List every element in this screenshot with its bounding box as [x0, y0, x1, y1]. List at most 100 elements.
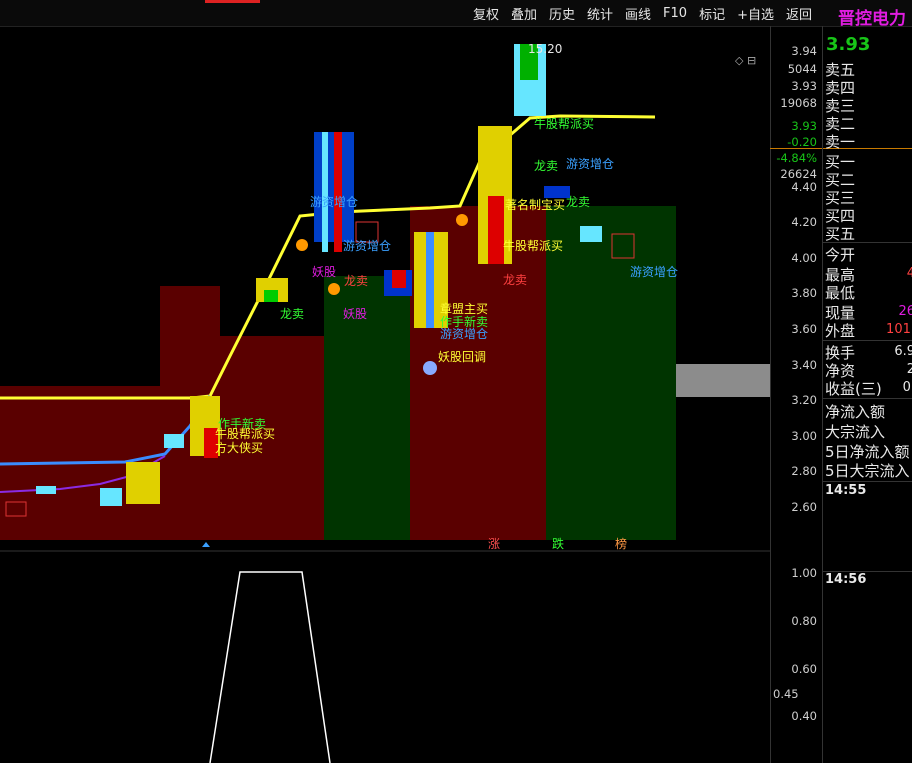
divider: [823, 340, 912, 341]
kline-chart[interactable]: 作手新卖 牛股帮派买 方大侠买 龙卖 妖股 妖股 龙卖 游资增仓 游资增仓 章盟…: [0, 26, 770, 763]
menu-f10[interactable]: F10: [657, 6, 693, 21]
axis-tick: 4.40: [791, 180, 817, 194]
toolbar-menu: 复权 叠加 历史 统计 画线 F10 标记 +自选 返回: [467, 0, 818, 26]
menu-tongji[interactable]: 统计: [581, 4, 619, 23]
chart-tool-icons[interactable]: ◇ ⊟: [735, 54, 756, 67]
signal-label: 牛股帮派买: [503, 238, 563, 253]
top-toolbar: 复权 叠加 历史 统计 画线 F10 标记 +自选 返回: [0, 0, 912, 27]
candle: [334, 132, 342, 252]
flow-label: 净流入额: [825, 403, 886, 421]
signal-label: 游资增仓: [630, 265, 678, 279]
signal-label: 妖股: [312, 265, 336, 279]
divider: [823, 242, 912, 243]
coin-icon: [423, 361, 437, 375]
price-axis: 3.94 5044 3.93 19068 3.93 -0.20 -4.84% 2…: [770, 26, 823, 763]
signal-label: 章盟主买: [440, 301, 488, 316]
menu-huaxian[interactable]: 画线: [619, 4, 657, 23]
stat-value: 101.: [886, 322, 912, 337]
signal-label: 游资增仓: [310, 195, 358, 209]
signal-label: 龙卖: [566, 195, 590, 209]
candle: [392, 270, 406, 288]
signal-label: 龙卖: [344, 274, 368, 288]
candle: [126, 462, 160, 504]
divider: [823, 398, 912, 399]
stat-value: 4: [907, 266, 912, 281]
candle: [100, 488, 122, 506]
tag-bang: 榜: [615, 536, 627, 551]
axis-tick: 3.93: [791, 119, 817, 133]
signal-label: 著名制宝买: [505, 197, 565, 212]
axis-tick: 3.20: [791, 393, 817, 407]
divider: [823, 481, 912, 482]
stat-label: 外盘: [825, 322, 856, 340]
axis-tick: 2.60: [791, 500, 817, 514]
signal-label: 龙卖: [534, 159, 558, 173]
axis-tick: 4.00: [791, 251, 817, 265]
signal-label: 游资增仓: [440, 327, 488, 341]
signal-label: 妖股回调: [438, 350, 486, 364]
stat-value: 6.9: [894, 344, 912, 359]
signal-label: 龙卖: [280, 307, 304, 321]
signal-label: 妖股: [343, 307, 367, 321]
stat-value: 2: [907, 362, 912, 377]
signal-label: 龙卖: [503, 273, 527, 287]
menu-fanhui[interactable]: 返回: [780, 4, 818, 23]
candle: [580, 226, 602, 242]
flow-label: 5日大宗流入: [825, 462, 910, 480]
book-val: 19068: [780, 96, 817, 110]
axis-tick: 3.94: [791, 44, 817, 58]
stat-value: 0.: [902, 380, 912, 395]
axis-tick: 3.80: [791, 286, 817, 300]
signal-label: 牛股帮派买: [215, 426, 275, 441]
coin-icon: [328, 283, 340, 295]
axis-tick: 3.40: [791, 358, 817, 372]
axis-tick: 1.00: [791, 566, 817, 580]
active-tab-indicator: [205, 0, 260, 3]
time-label: 14:55: [825, 483, 867, 498]
flow-label: 5日净流入额: [825, 443, 910, 461]
overlay-gray-block: [676, 364, 770, 397]
axis-tick: 0.60: [791, 662, 817, 676]
candle: [264, 290, 278, 302]
axis-tick: -4.84%: [776, 151, 817, 165]
stat-label: 最低: [825, 284, 856, 302]
axis-tick: 0.80: [791, 614, 817, 628]
signal-label: 游资增仓: [343, 239, 391, 253]
tag-zhang: 涨: [488, 536, 500, 551]
menu-zixuan[interactable]: +自选: [731, 4, 780, 23]
coin-icon: [296, 239, 308, 251]
menu-biaoji[interactable]: 标记: [693, 4, 731, 23]
axis-tick: 3.60: [791, 322, 817, 336]
book-row: 卖一: [825, 133, 856, 151]
high-price-label: 15.20: [528, 42, 562, 56]
axis-tick: 3.93: [791, 79, 817, 93]
menu-diejia[interactable]: 叠加: [505, 4, 543, 23]
signal-label: 游资增仓: [566, 157, 614, 171]
book-val: 5044: [787, 62, 817, 76]
current-price: 3.93: [826, 34, 871, 55]
menu-fuquan[interactable]: 复权: [467, 4, 505, 23]
axis-tick: 0.40: [791, 709, 817, 723]
candle: [488, 196, 504, 264]
coin-icon: [456, 214, 468, 226]
book-val: 26624: [780, 167, 817, 181]
book-row: 买五: [825, 225, 856, 243]
time-label: 14:56: [825, 572, 867, 587]
axis-tick: 2.80: [791, 464, 817, 478]
book-val: -0.20: [787, 135, 817, 149]
marker-triangle-icon: [202, 542, 210, 547]
candle: [426, 232, 434, 328]
stat-label: 收益(三): [825, 380, 882, 398]
menu-lishi[interactable]: 历史: [543, 4, 581, 23]
flow-label: 大宗流入: [825, 423, 886, 441]
bg-block-green: [546, 206, 676, 540]
candle: [322, 132, 328, 252]
axis-tick: 0.45: [773, 687, 799, 701]
chart-canvas: 作手新卖 牛股帮派买 方大侠买 龙卖 妖股 妖股 龙卖 游资增仓 游资增仓 章盟…: [0, 42, 770, 763]
oscillator-line: [209, 571, 331, 763]
signal-label: 牛股帮派买: [534, 116, 594, 131]
axis-tick: 4.20: [791, 215, 817, 229]
stat-value: 26: [898, 304, 912, 319]
candle: [36, 486, 56, 494]
axis-tick: 3.00: [791, 429, 817, 443]
